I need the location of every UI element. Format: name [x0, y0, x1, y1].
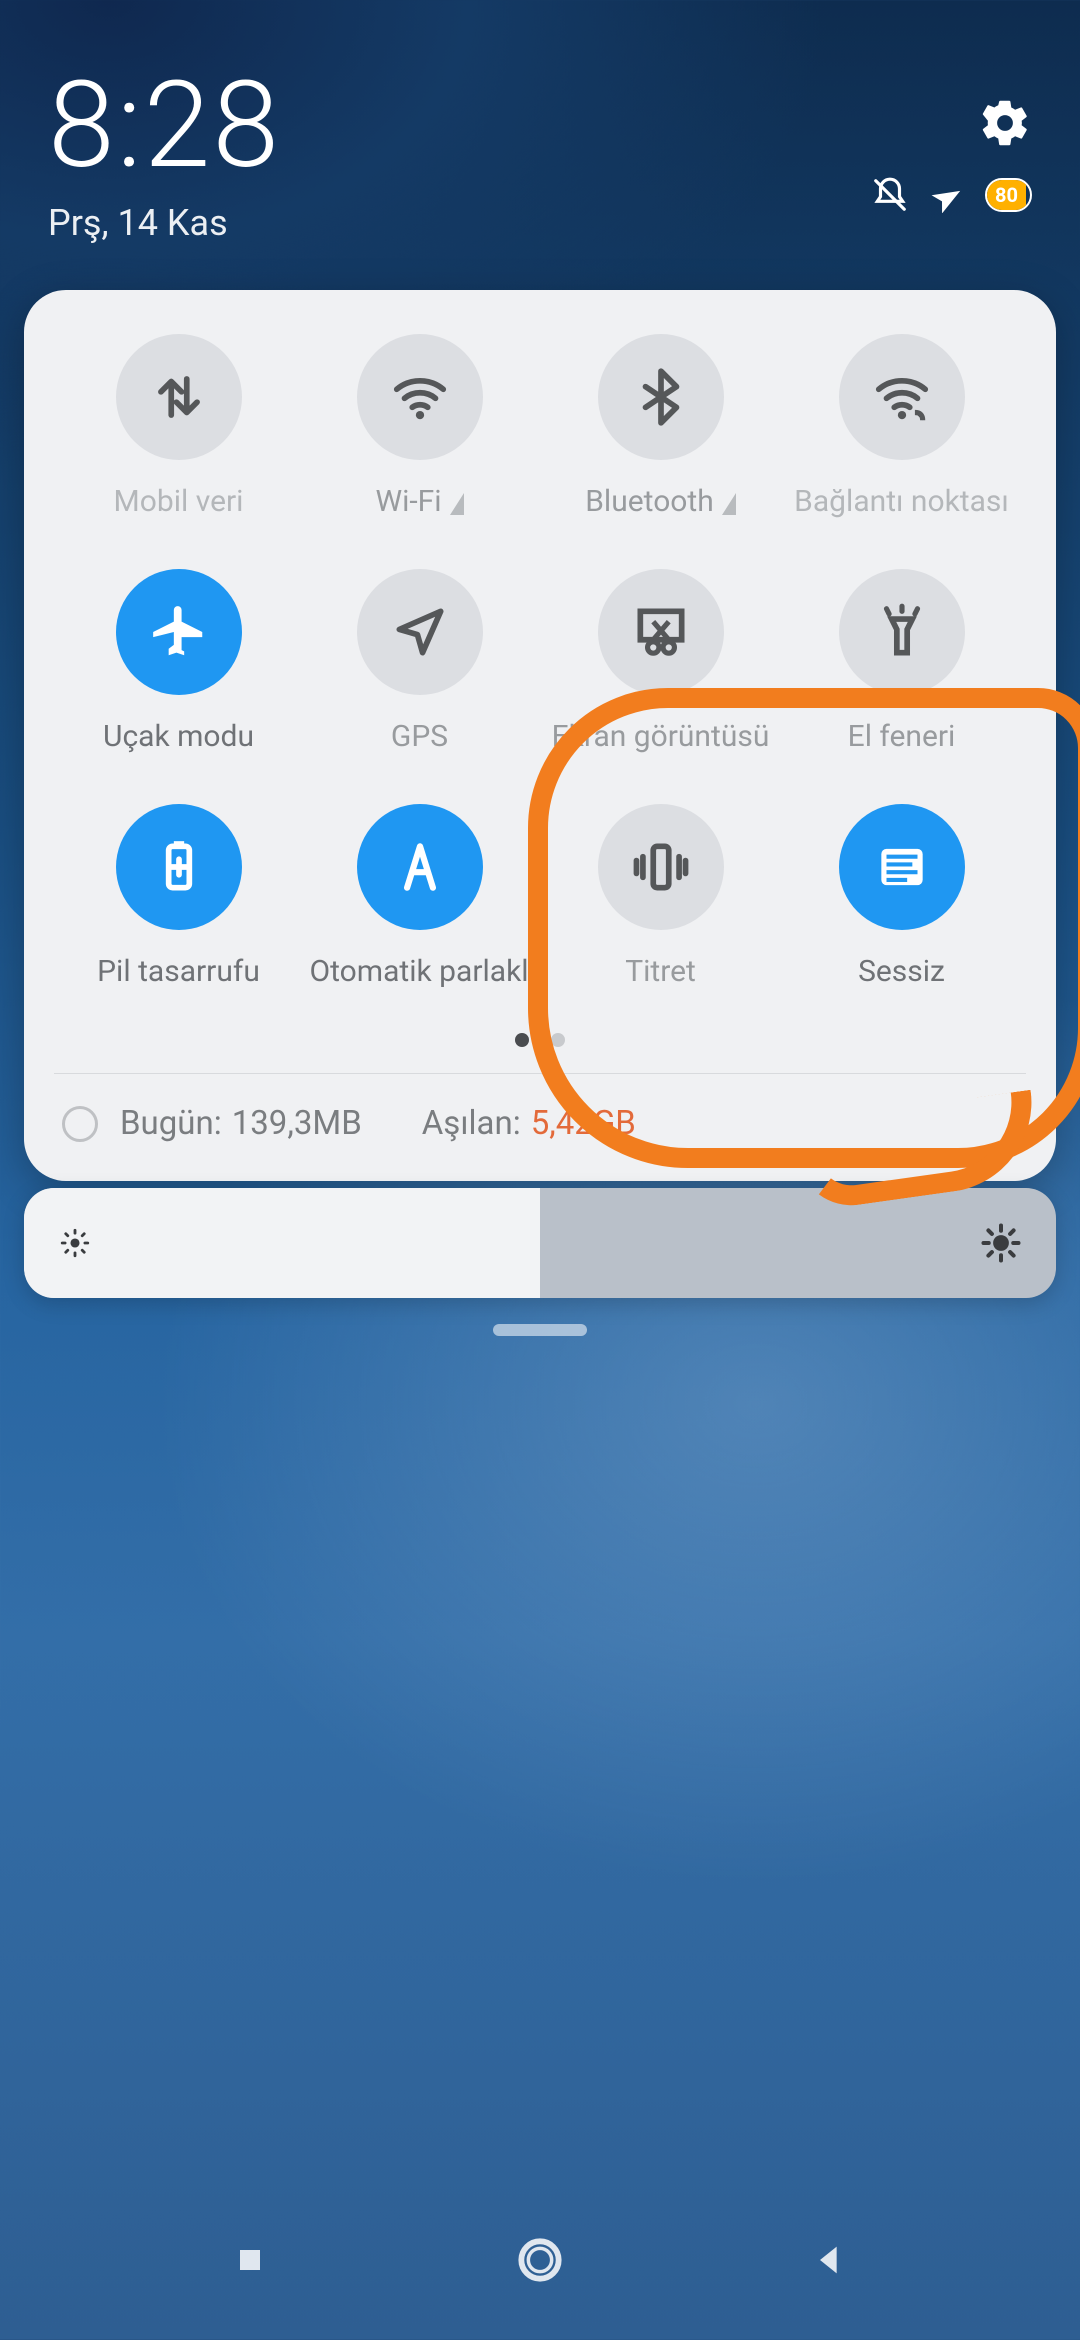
data-today-label: Bugün:: [120, 1104, 222, 1143]
data-exceeded-value: 5,42GB: [531, 1104, 636, 1143]
page-dot-2: [551, 1033, 565, 1047]
nav-back-button[interactable]: [790, 2220, 870, 2300]
toggle-screenshot[interactable]: Ekran görüntüsü: [540, 569, 781, 754]
flashlight-button[interactable]: [839, 569, 965, 695]
battery-saver-icon: [148, 836, 210, 898]
toggle-gps[interactable]: GPS: [299, 569, 540, 754]
vibrate-button[interactable]: [598, 804, 724, 930]
silent-label: Sessiz: [858, 954, 945, 989]
battery-saver-label: Pil tasarrufu: [97, 954, 260, 989]
clock: 8:28: [48, 56, 1032, 196]
toggle-mobile-data[interactable]: Mobil veri: [58, 334, 299, 519]
data-usage-row[interactable]: Bugün: 139,3MB Aşılan: 5,42GB: [58, 1098, 1022, 1157]
toggle-hotspot[interactable]: Bağlantı noktası: [781, 334, 1022, 519]
expand-caret-icon[interactable]: [450, 493, 464, 515]
toggle-airplane[interactable]: Uçak modu: [58, 569, 299, 754]
wifi-label: Wi-Fi: [375, 484, 441, 519]
vibrate-label: Titret: [625, 954, 696, 989]
data-usage-ring-icon: [62, 1106, 98, 1142]
location-icon: [389, 601, 451, 663]
hotspot-icon: [871, 366, 933, 428]
auto-bright-button[interactable]: [357, 804, 483, 930]
auto-brightness-icon: [389, 836, 451, 898]
vibrate-icon: [630, 836, 692, 898]
quick-settings-panel: Mobil veri Wi-Fi Bluetooth Bağlantı noktası…: [24, 290, 1056, 1181]
navigation-bar: [0, 2220, 1080, 2300]
toggle-battery-saver[interactable]: Pil tasarrufu: [58, 804, 299, 989]
wifi-button[interactable]: [357, 334, 483, 460]
data-today-value: 139,3MB: [232, 1104, 362, 1143]
gps-button[interactable]: [357, 569, 483, 695]
flashlight-icon: [871, 601, 933, 663]
airplane-label: Uçak modu: [103, 719, 254, 754]
gps-label: GPS: [391, 719, 448, 754]
silent-icon: [871, 836, 933, 898]
recent-apps-icon: [230, 2240, 270, 2280]
bluetooth-label: Bluetooth: [585, 484, 714, 519]
bluetooth-icon: [630, 366, 692, 428]
home-icon: [512, 2232, 568, 2288]
bluetooth-button[interactable]: [598, 334, 724, 460]
toggle-wifi[interactable]: Wi-Fi: [299, 334, 540, 519]
silent-button[interactable]: [839, 804, 965, 930]
toggle-silent[interactable]: Sessiz: [781, 804, 1022, 989]
data-exceeded-label: Aşılan:: [422, 1104, 521, 1143]
settings-button[interactable]: [978, 96, 1032, 150]
hotspot-button[interactable]: [839, 334, 965, 460]
nav-home-button[interactable]: [500, 2220, 580, 2300]
flashlight-label: El feneri: [848, 719, 956, 754]
battery-saver-button[interactable]: [116, 804, 242, 930]
toggle-flashlight[interactable]: El feneri: [781, 569, 1022, 754]
airplane-icon: [148, 601, 210, 663]
brightness-high-icon: [980, 1222, 1022, 1264]
auto-bright-label: Otomatik parlaklık: [310, 954, 530, 989]
wifi-icon: [389, 366, 451, 428]
panel-drag-handle[interactable]: [493, 1324, 587, 1336]
brightness-slider[interactable]: [24, 1188, 1056, 1298]
data-arrows-icon: [148, 366, 210, 428]
expand-caret-icon[interactable]: [722, 493, 736, 515]
screenshot-button[interactable]: [598, 569, 724, 695]
dnd-icon: [871, 176, 909, 214]
mobile-data-button[interactable]: [116, 334, 242, 460]
divider: [54, 1073, 1026, 1074]
battery-indicator: 80: [985, 178, 1032, 212]
brightness-fill: [24, 1188, 540, 1298]
gear-icon: [978, 96, 1032, 150]
airplane-status-icon: [929, 177, 965, 213]
back-icon: [810, 2240, 850, 2280]
toggle-auto-bright[interactable]: Otomatik parlaklık: [299, 804, 540, 989]
nav-recent-button[interactable]: [210, 2220, 290, 2300]
page-dot-1: [515, 1033, 529, 1047]
toggle-vibrate[interactable]: Titret: [540, 804, 781, 989]
screenshot-icon: [630, 601, 692, 663]
brightness-low-icon: [58, 1226, 92, 1260]
toggle-bluetooth[interactable]: Bluetooth: [540, 334, 781, 519]
screenshot-label: Ekran görüntüsü: [552, 719, 770, 754]
mobile-data-label: Mobil veri: [114, 484, 244, 519]
airplane-button[interactable]: [116, 569, 242, 695]
page-indicator[interactable]: [58, 1033, 1022, 1047]
hotspot-label: Bağlantı noktası: [794, 484, 1009, 519]
